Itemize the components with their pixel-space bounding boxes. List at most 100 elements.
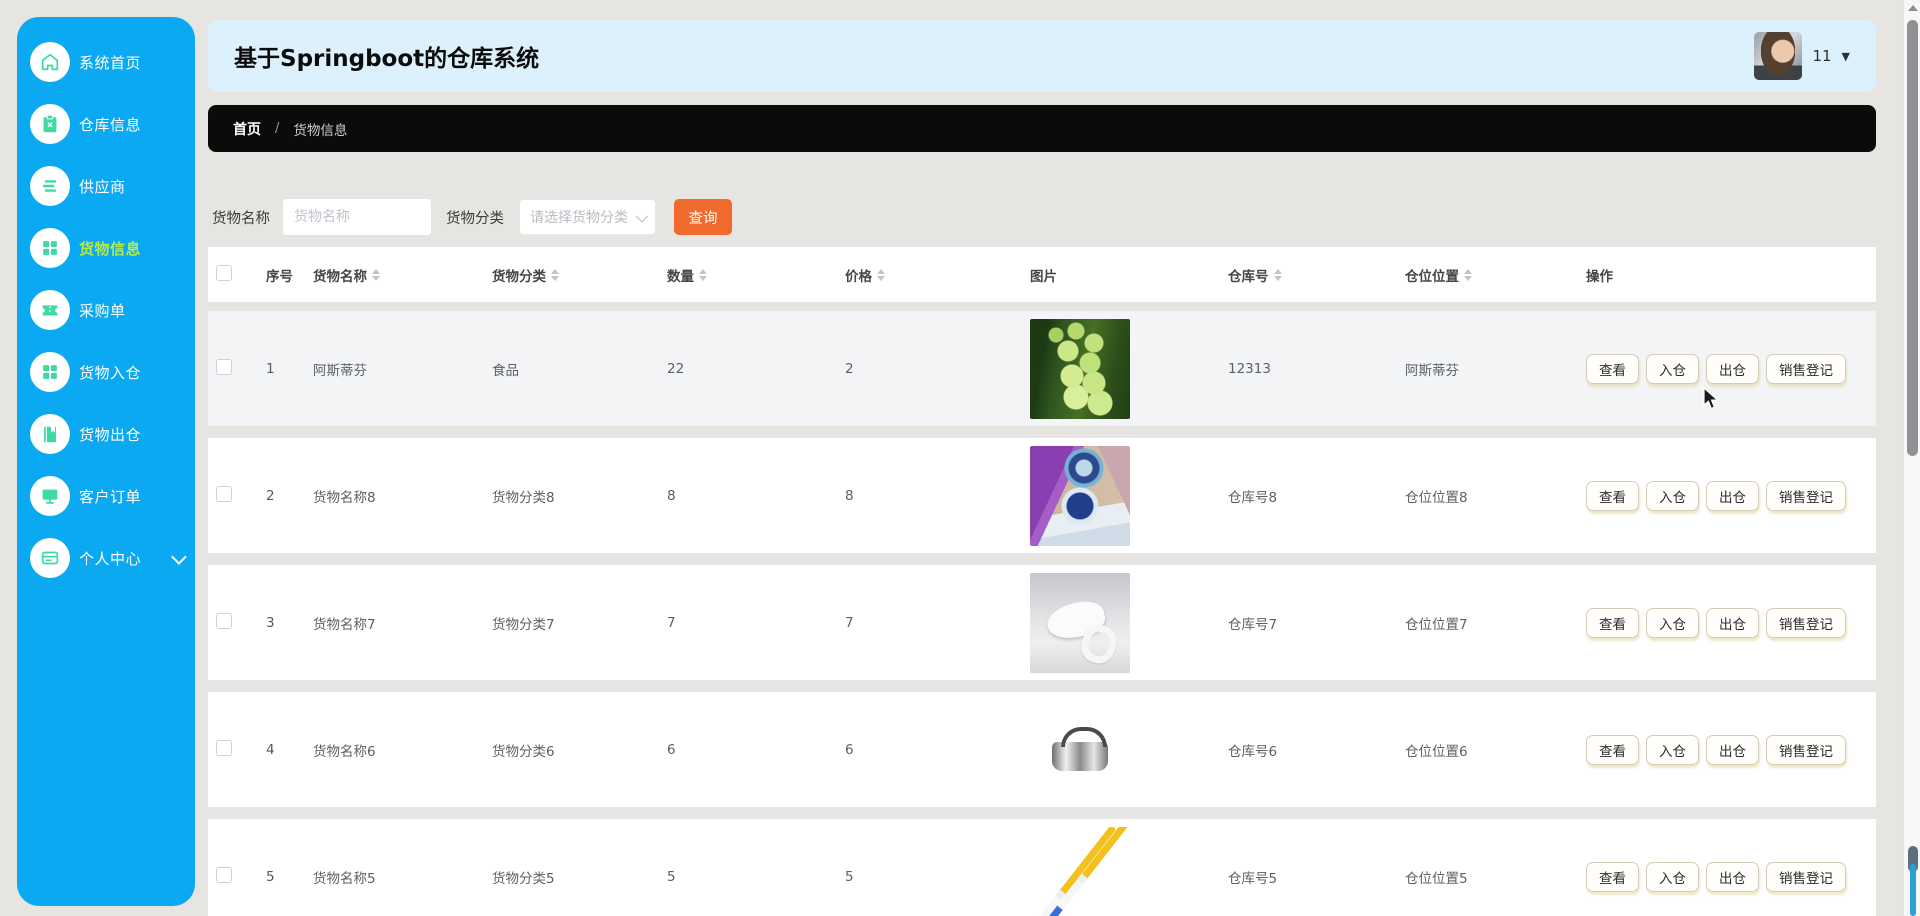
user-dropdown-caret-icon[interactable]: ▼ bbox=[1842, 50, 1850, 63]
cell-goods-category: 货物分类8 bbox=[492, 489, 555, 506]
goods-name-input[interactable] bbox=[282, 198, 432, 236]
inbound-button[interactable]: 入仓 bbox=[1646, 607, 1699, 638]
cell-goods-name: 货物名称8 bbox=[313, 489, 376, 506]
grid2-icon bbox=[30, 352, 70, 392]
column-header[interactable]: 价格 bbox=[845, 265, 1030, 285]
scrollbar-up-arrow-icon[interactable] bbox=[1908, 5, 1918, 11]
ticket-icon bbox=[30, 290, 70, 330]
row-checkbox[interactable] bbox=[216, 612, 232, 629]
chevron-down-icon bbox=[171, 548, 187, 565]
column-header[interactable]: 仓库号 bbox=[1228, 265, 1405, 285]
row-checkbox[interactable] bbox=[216, 866, 232, 883]
row-actions: 查看 入仓 出仓 销售登记 bbox=[1586, 734, 1876, 765]
sort-caret-icon[interactable] bbox=[1464, 268, 1472, 281]
page-title: 基于Springboot的仓库系统 bbox=[234, 46, 540, 72]
list-icon bbox=[30, 166, 70, 206]
sidebar: 系统首页 仓库信息 供应商 货物信息 采购单 货物入仓货物出仓客户订单个人中心 bbox=[17, 17, 195, 906]
view-button[interactable]: 查看 bbox=[1586, 861, 1639, 892]
breadcrumb-home[interactable]: 首页 bbox=[233, 119, 261, 139]
cell-warehouse: 仓库号5 bbox=[1228, 870, 1278, 887]
cell-price: 8 bbox=[845, 487, 854, 504]
column-header[interactable]: 货物分类 bbox=[492, 265, 667, 285]
sales-register-button[interactable]: 销售登记 bbox=[1766, 353, 1846, 384]
row-checkbox[interactable] bbox=[216, 358, 232, 375]
cell-location: 仓位位置5 bbox=[1405, 870, 1468, 887]
sidebar-item-label: 个人中心 bbox=[79, 549, 142, 568]
sales-register-button[interactable]: 销售登记 bbox=[1766, 734, 1846, 765]
column-header: 序号 bbox=[266, 268, 293, 285]
view-button[interactable]: 查看 bbox=[1586, 607, 1639, 638]
sidebar-item-warehouse-info[interactable]: 仓库信息 bbox=[17, 93, 195, 155]
sidebar-item-goods-inbound[interactable]: 货物入仓 bbox=[17, 341, 195, 403]
table-row: 4 货物名称6 货物分类6 6 6 仓库号6 仓位位置6 查看 入仓 出仓 销售登记 bbox=[208, 692, 1876, 807]
cell-price: 2 bbox=[845, 360, 854, 377]
outbound-button[interactable]: 出仓 bbox=[1706, 607, 1759, 638]
breadcrumb: 首页 / 货物信息 bbox=[208, 105, 1876, 152]
table-body: 1 阿斯蒂芬 食品 22 2 12313 阿斯蒂芬 查看 入仓 出仓 销售登记 2 货物名称8 货物分类8… bbox=[208, 311, 1876, 916]
sidebar-item-personal-center[interactable]: 个人中心 bbox=[17, 527, 195, 589]
cell-warehouse: 仓库号6 bbox=[1228, 743, 1278, 760]
cell-goods-category: 货物分类7 bbox=[492, 616, 555, 633]
cell-goods-name: 货物名称6 bbox=[313, 743, 376, 760]
chevron-down-icon bbox=[635, 209, 649, 222]
row-checkbox[interactable] bbox=[216, 485, 232, 502]
avatar[interactable] bbox=[1754, 32, 1803, 80]
sort-caret-icon[interactable] bbox=[699, 268, 707, 281]
sidebar-item-home[interactable]: 系统首页 bbox=[17, 31, 195, 93]
sidebar-item-supplier[interactable]: 供应商 bbox=[17, 155, 195, 217]
breadcrumb-separator: / bbox=[275, 121, 280, 136]
sidebar-item-customer-order[interactable]: 客户订单 bbox=[17, 465, 195, 527]
scrollbar-pin-stem bbox=[1910, 864, 1916, 916]
scrollbar-thumb[interactable] bbox=[1907, 20, 1918, 456]
inbound-button[interactable]: 入仓 bbox=[1646, 480, 1699, 511]
monitor-icon bbox=[30, 476, 70, 516]
outbound-button[interactable]: 出仓 bbox=[1706, 861, 1759, 892]
category-select[interactable]: 请选择货物分类 bbox=[519, 199, 656, 235]
column-header[interactable]: 仓位位置 bbox=[1405, 265, 1586, 285]
sales-register-button[interactable]: 销售登记 bbox=[1766, 607, 1846, 638]
inbound-button[interactable]: 入仓 bbox=[1646, 353, 1699, 384]
sidebar-item-purchase-order[interactable]: 采购单 bbox=[17, 279, 195, 341]
sales-register-button[interactable]: 销售登记 bbox=[1766, 480, 1846, 511]
cell-quantity: 22 bbox=[667, 360, 685, 377]
sort-caret-icon[interactable] bbox=[551, 268, 559, 281]
view-button[interactable]: 查看 bbox=[1586, 353, 1639, 384]
scrollbar[interactable] bbox=[1903, 0, 1920, 916]
outbound-button[interactable]: 出仓 bbox=[1706, 480, 1759, 511]
cell-index: 3 bbox=[266, 614, 275, 631]
goods-category-label: 货物分类 bbox=[446, 210, 504, 227]
view-button[interactable]: 查看 bbox=[1586, 480, 1639, 511]
sidebar-menu: 系统首页 仓库信息 供应商 货物信息 采购单 货物入仓货物出仓客户订单个人中心 bbox=[17, 31, 195, 589]
inbound-button[interactable]: 入仓 bbox=[1646, 861, 1699, 892]
cell-goods-name: 货物名称5 bbox=[313, 870, 376, 887]
cell-quantity: 8 bbox=[667, 487, 676, 504]
sidebar-item-label: 货物出仓 bbox=[79, 425, 142, 444]
column-header[interactable]: 数量 bbox=[667, 265, 845, 285]
sort-caret-icon[interactable] bbox=[372, 268, 380, 281]
cell-index: 4 bbox=[266, 741, 275, 758]
sidebar-item-goods-outbound[interactable]: 货物出仓 bbox=[17, 403, 195, 465]
sort-caret-icon[interactable] bbox=[877, 268, 885, 281]
cell-quantity: 7 bbox=[667, 614, 676, 631]
table-header-row: 序号 货物名称 货物分类 数量 价格 图片 仓库号 仓位位置 操作 bbox=[208, 247, 1876, 303]
row-checkbox[interactable] bbox=[216, 739, 232, 756]
inbound-button[interactable]: 入仓 bbox=[1646, 734, 1699, 765]
sidebar-item-goods-info[interactable]: 货物信息 bbox=[17, 217, 195, 279]
sort-caret-icon[interactable] bbox=[1273, 268, 1282, 281]
cell-price: 5 bbox=[845, 868, 854, 885]
cell-location: 仓位位置7 bbox=[1405, 616, 1468, 633]
select-all-checkbox[interactable] bbox=[216, 264, 232, 281]
home-icon bbox=[30, 42, 70, 82]
cell-warehouse: 12313 bbox=[1228, 360, 1271, 377]
book-icon bbox=[30, 414, 70, 454]
outbound-button[interactable]: 出仓 bbox=[1706, 353, 1759, 384]
cell-quantity: 6 bbox=[667, 741, 676, 758]
user-menu[interactable]: 11 ▼ bbox=[1754, 32, 1850, 80]
cell-goods-category: 货物分类5 bbox=[492, 870, 555, 887]
card-icon bbox=[30, 538, 70, 578]
view-button[interactable]: 查看 bbox=[1586, 734, 1639, 765]
sales-register-button[interactable]: 销售登记 bbox=[1766, 861, 1846, 892]
column-header[interactable]: 货物名称 bbox=[313, 265, 492, 285]
search-button[interactable]: 查询 bbox=[674, 199, 732, 235]
outbound-button[interactable]: 出仓 bbox=[1706, 734, 1759, 765]
